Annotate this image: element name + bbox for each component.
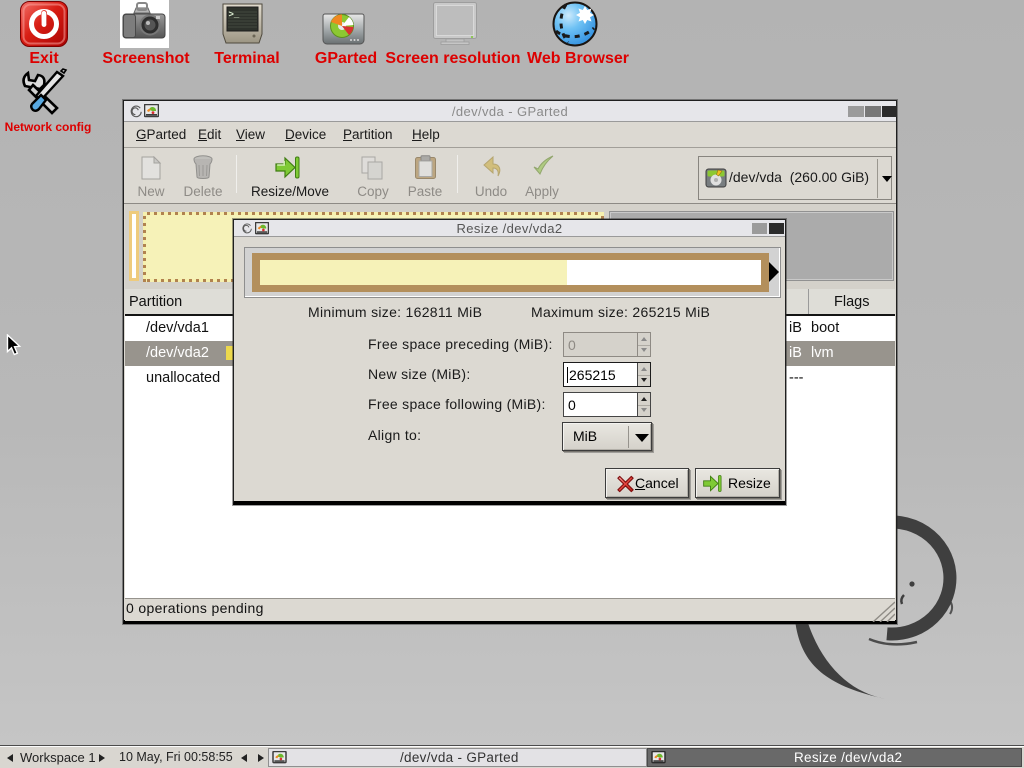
svg-text:>_: >_ — [229, 10, 240, 20]
